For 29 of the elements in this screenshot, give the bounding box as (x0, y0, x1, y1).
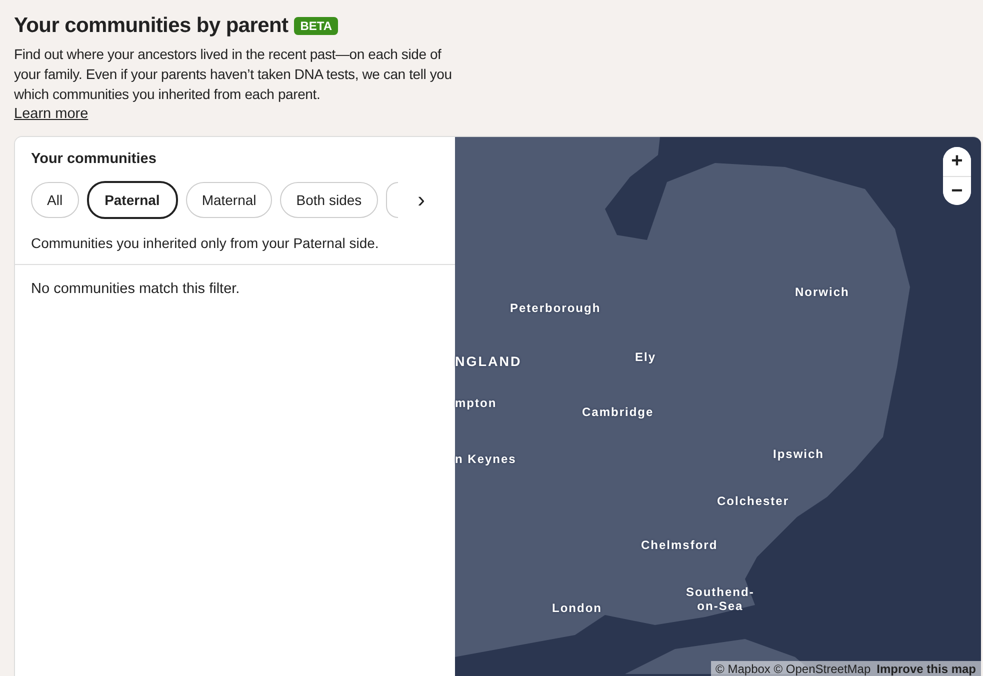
learn-more-link[interactable]: Learn more (14, 106, 88, 122)
map-place-label: Southend- on-Sea (686, 585, 754, 613)
empty-message: No communities match this filter. (30, 280, 241, 299)
description-text: Find out where your ancestors lived in the recent past—on each side of your family. Even if your parents haven’t taken DNA tests, we can tell you which communities you inherited from each parent. (14, 45, 453, 104)
page-title: Your communities by parent (14, 14, 288, 38)
map-place-label: Colchester (717, 494, 790, 508)
map-place-label: mpton (455, 396, 497, 410)
zoom-out-button[interactable]: − (943, 176, 971, 205)
map-place-label: n Keynes (455, 452, 516, 466)
map-place-label: Ipswich (773, 447, 824, 461)
map-view[interactable]: Norwich Peterborough NGLAND Ely mpton Cambridge n Keynes Ipswich Colchester Chelmsford London Southend- on-Sea + − © Mapbox © OpenStreetMap Improve this map (455, 137, 981, 676)
map-place-label: London (552, 601, 602, 615)
beta-badge: BETA (294, 17, 338, 35)
map-place-label: Ely (635, 350, 656, 364)
map-place-label: Peterborough (510, 301, 601, 315)
filter-chip[interactable]: Paternal (86, 181, 178, 219)
map-place-label: Chelmsford (641, 538, 718, 552)
partial-filter-chip[interactable] (386, 182, 398, 218)
next-chips-button[interactable]: › (414, 187, 429, 213)
map-place-label: Cambridge (582, 405, 654, 419)
filter-chip[interactable]: Both sides (280, 182, 378, 218)
attribution-text: © Mapbox © OpenStreetMap (716, 662, 871, 676)
filter-description: Communities you inherited only from your Paternal side. (31, 235, 380, 251)
filter-chip[interactable]: Maternal (186, 182, 272, 218)
map-place-label: NGLAND (455, 355, 522, 369)
improve-map-link[interactable]: Improve this map (876, 662, 976, 676)
panel-title: Your communities (31, 151, 158, 167)
map-place-label: Norwich (795, 285, 850, 299)
filter-chip[interactable]: All (31, 182, 79, 218)
